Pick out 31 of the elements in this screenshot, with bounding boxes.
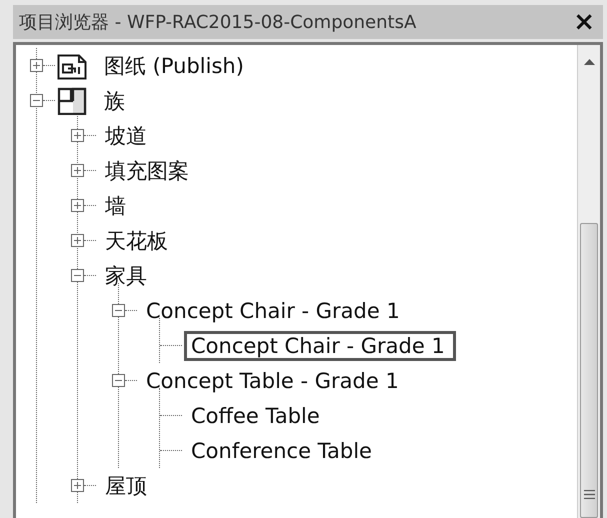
tree-item[interactable]: Conference Table <box>184 436 383 466</box>
tree-item[interactable]: 墙 <box>98 188 137 222</box>
tree-item[interactable]: 图纸 (Publish) <box>97 48 255 82</box>
tree-item[interactable]: Concept Chair - Grade 1 <box>184 330 456 360</box>
collapse-toggle[interactable] <box>30 94 43 107</box>
expand-toggle[interactable] <box>71 234 84 247</box>
collapse-toggle[interactable] <box>71 269 84 282</box>
panel-title: 项目浏览器 - WFP-RAC2015-08-ComponentsA <box>19 11 416 34</box>
collapse-toggle[interactable] <box>112 304 125 317</box>
tree-item[interactable]: 天花板 <box>98 224 179 258</box>
scrollbar-thumb[interactable] <box>580 223 598 518</box>
collapse-toggle[interactable] <box>112 374 125 387</box>
close-button[interactable]: × <box>569 9 599 35</box>
family-icon <box>57 86 87 114</box>
tree-item[interactable]: 屋顶 <box>98 468 158 502</box>
tree-item[interactable]: 坡道 <box>98 118 158 152</box>
tree-item[interactable]: 家具 <box>98 258 158 292</box>
grip-icon <box>584 490 594 499</box>
expand-toggle[interactable] <box>71 129 84 142</box>
tree-item[interactable]: 填充图案 <box>98 154 200 188</box>
scroll-up-icon[interactable] <box>584 59 594 65</box>
tree-item[interactable]: Concept Table - Grade 1 <box>139 366 410 396</box>
expand-toggle[interactable] <box>71 199 84 212</box>
expand-toggle[interactable] <box>71 479 84 492</box>
expand-toggle[interactable] <box>30 59 43 72</box>
sheets-icon <box>57 52 87 80</box>
tree-item[interactable]: Coffee Table <box>184 400 331 430</box>
tree-item[interactable]: 族 <box>97 84 136 118</box>
tree-item[interactable]: Concept Chair - Grade 1 <box>139 296 411 326</box>
scrollbar[interactable] <box>577 45 600 518</box>
expand-toggle[interactable] <box>71 164 84 177</box>
